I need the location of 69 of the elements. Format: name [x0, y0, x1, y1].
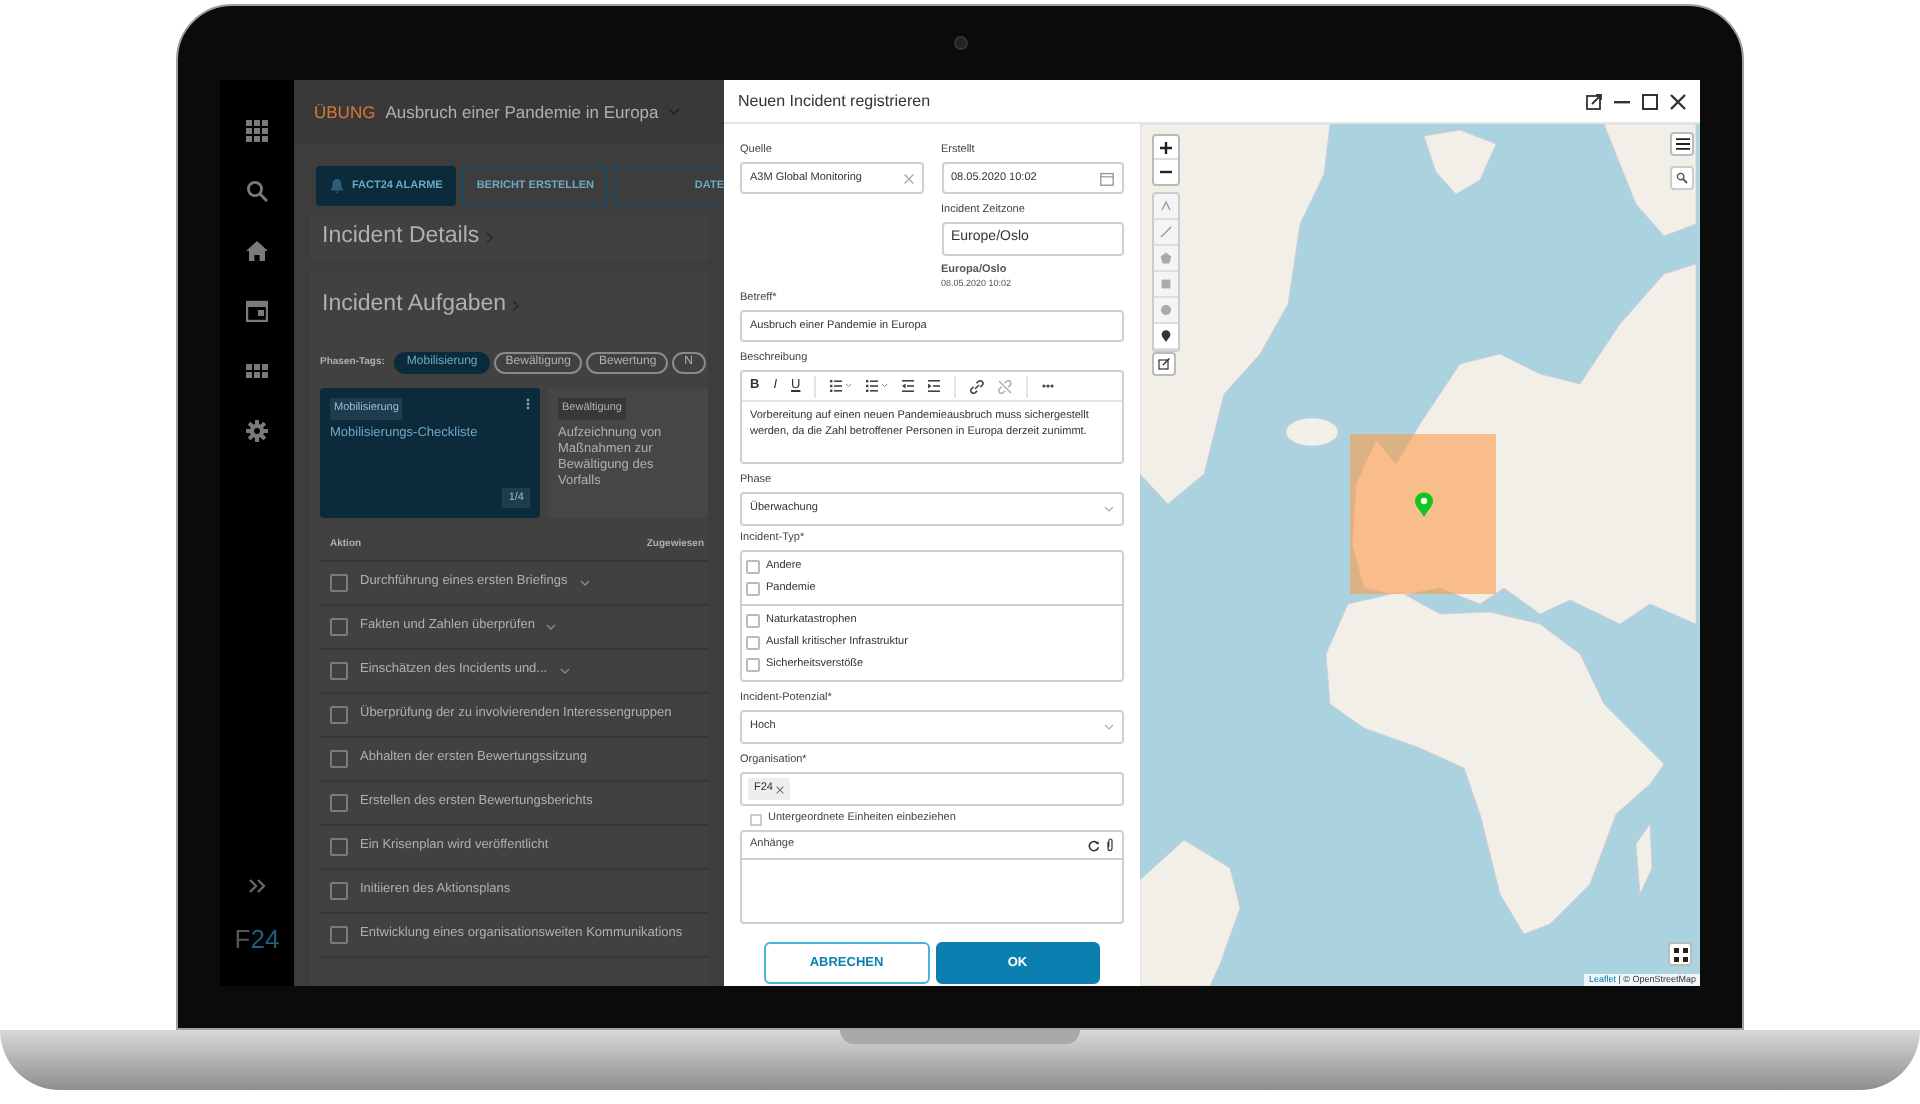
external-window-icon[interactable] — [1586, 93, 1602, 109]
clear-icon[interactable] — [903, 173, 913, 183]
chevron-down-icon[interactable] — [546, 623, 557, 630]
checkbox[interactable] — [750, 813, 762, 825]
search-icon[interactable] — [246, 179, 268, 201]
rectangle-tool-icon[interactable] — [1160, 278, 1172, 290]
bulleted-list-icon[interactable] — [830, 380, 853, 392]
checkbox[interactable] — [330, 617, 348, 636]
paperclip-icon[interactable] — [1106, 838, 1114, 852]
section-title: Incident Aufgaben — [322, 290, 507, 320]
checkbox[interactable] — [330, 573, 348, 592]
home-icon[interactable] — [246, 239, 268, 261]
chevron-down-icon[interactable] — [579, 579, 590, 586]
checkbox[interactable] — [330, 925, 348, 944]
checkbox[interactable] — [746, 560, 760, 574]
polyline-tool-icon[interactable] — [1160, 200, 1172, 212]
map-search-button[interactable] — [1670, 166, 1694, 190]
remove-icon[interactable] — [776, 785, 785, 793]
numbered-list-icon[interactable] — [866, 380, 889, 392]
checkbox[interactable] — [746, 636, 760, 650]
plus-icon — [1160, 141, 1172, 153]
zoom-in-button[interactable] — [1154, 136, 1178, 160]
menu-icon — [1675, 138, 1689, 150]
section-header[interactable]: Incident Details — [310, 216, 708, 260]
calendar-icon[interactable] — [1100, 171, 1114, 185]
modules-icon[interactable] — [246, 359, 268, 381]
checkbox[interactable] — [746, 614, 760, 628]
bell-icon — [330, 178, 344, 194]
checkbox[interactable] — [330, 661, 348, 680]
calendar-icon[interactable] — [246, 299, 268, 321]
close-icon[interactable] — [1670, 93, 1686, 109]
chevron-down-icon — [1104, 506, 1114, 512]
outdent-icon[interactable] — [902, 380, 915, 392]
minus-icon — [1160, 166, 1172, 178]
settings-icon[interactable] — [246, 419, 268, 441]
search-icon — [1676, 172, 1688, 184]
checkbox[interactable] — [330, 749, 348, 768]
camera-icon — [953, 36, 967, 50]
fullscreen-button[interactable] — [1668, 942, 1692, 966]
edit-layers-button[interactable] — [1152, 352, 1176, 376]
chevron-right-icon — [512, 299, 521, 312]
dialog-title: Neuen Incident registrieren — [738, 89, 931, 113]
checkbox[interactable] — [330, 837, 348, 856]
checkbox[interactable] — [330, 793, 348, 812]
f24-logo: F24 — [234, 926, 280, 952]
chevron-down-icon — [1104, 724, 1114, 730]
link-icon[interactable] — [970, 379, 985, 393]
polygon-tool-icon[interactable] — [1160, 252, 1172, 264]
refresh-icon[interactable] — [1088, 839, 1100, 851]
maximize-icon[interactable] — [1642, 93, 1658, 109]
apps-grid-icon[interactable] — [246, 119, 268, 141]
unlink-icon[interactable] — [998, 379, 1013, 393]
marker-tool-icon[interactable] — [1160, 330, 1172, 342]
exercise-label: ÜBUNG — [314, 99, 376, 125]
checkbox[interactable] — [746, 582, 760, 596]
indent-icon[interactable] — [928, 380, 941, 392]
edit-icon — [1158, 358, 1170, 370]
menu-button[interactable] — [1670, 132, 1694, 156]
checkbox[interactable] — [330, 881, 348, 900]
chevron-down-icon[interactable] — [559, 667, 570, 674]
checkbox[interactable] — [746, 658, 760, 672]
incident-title: Ausbruch einer Pandemie in Europa — [385, 99, 659, 125]
double-chevron-icon[interactable] — [248, 878, 266, 894]
chevron-right-icon — [485, 232, 494, 244]
line-tool-icon[interactable] — [1160, 226, 1172, 238]
location-pin-icon[interactable] — [1414, 492, 1434, 518]
checkbox[interactable] — [330, 705, 348, 724]
fullscreen-icon — [1673, 947, 1687, 961]
circle-tool-icon[interactable] — [1160, 304, 1172, 316]
